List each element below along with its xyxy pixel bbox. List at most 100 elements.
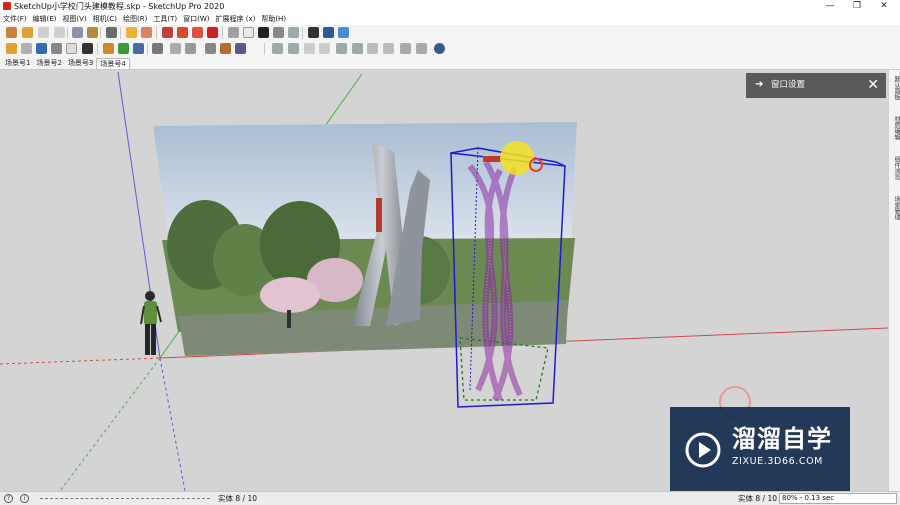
play-logo-icon <box>685 432 721 468</box>
expand-icon[interactable] <box>308 27 319 38</box>
walk-icon[interactable] <box>87 27 98 38</box>
menu-camera[interactable]: 相机(C) <box>93 13 117 25</box>
menu-bar: 文件(F) 编辑(E) 视图(V) 相机(C) 绘图(R) 工具(T) 窗口(W… <box>0 13 900 25</box>
rotate-icon[interactable] <box>21 43 32 54</box>
user-icon[interactable] <box>220 43 231 54</box>
sketchup-logo-icon <box>3 2 11 10</box>
shaded-icon[interactable] <box>416 43 427 54</box>
sketchup-window: SketchUp小学校门头建模教程.skp - SketchUp Pro 202… <box>0 0 900 505</box>
side-tab-components[interactable]: 组件浏览 <box>890 156 900 180</box>
lock-icon[interactable] <box>106 27 117 38</box>
toolbar-separator <box>147 43 148 55</box>
folder-icon[interactable] <box>192 27 203 38</box>
view-top-icon[interactable] <box>288 43 299 54</box>
view-back-icon[interactable] <box>336 43 347 54</box>
frame-icon[interactable] <box>205 43 216 54</box>
green-axis-dashed <box>59 357 161 491</box>
watermark-brand: 溜溜自学 <box>732 425 832 453</box>
box-icon[interactable] <box>243 27 254 38</box>
blue-axis-dashed <box>159 357 186 491</box>
shape-icon[interactable] <box>6 43 17 54</box>
toolbar-separator <box>302 27 303 39</box>
watermark-url: ZIXUE.3D66.COM <box>732 456 823 467</box>
wireframe-icon[interactable] <box>383 43 394 54</box>
minimize-button[interactable]: — <box>818 0 842 13</box>
section-icon[interactable] <box>258 27 269 38</box>
globe-icon[interactable] <box>434 43 445 54</box>
xray-icon[interactable] <box>367 43 378 54</box>
toolbar-separator <box>222 27 223 39</box>
side-tab-scenes[interactable]: 场景管理 <box>890 196 900 220</box>
scene-tab-4[interactable]: 场景号4 <box>96 58 130 69</box>
toolbar-separator <box>97 43 98 55</box>
close-window-button[interactable]: ✕ <box>872 0 896 13</box>
target-icon[interactable] <box>338 27 349 38</box>
watermark-badge: 溜溜自学 ZIXUE.3D66.COM <box>670 407 850 492</box>
side-tab-materials[interactable]: 材质编辑 <box>890 116 900 140</box>
arrow-right-icon[interactable]: ➔ <box>755 79 763 91</box>
menu-draw[interactable]: 绘图(R) <box>123 13 147 25</box>
layers-icon[interactable] <box>323 27 334 38</box>
menu-edit[interactable]: 编辑(E) <box>33 13 57 25</box>
restore-button[interactable]: ❐ <box>845 0 869 13</box>
sun-icon[interactable] <box>126 27 137 38</box>
gear-icon[interactable] <box>177 27 188 38</box>
menu-file[interactable]: 文件(F) <box>3 13 27 25</box>
scene-tab-3[interactable]: 场景号3 <box>65 58 96 69</box>
side-tab-default-tray[interactable]: 默认面板 <box>890 76 900 100</box>
tray-panel-header[interactable]: ➔ 窗口设置 ✕ <box>746 73 886 98</box>
orbit-icon[interactable] <box>72 27 83 38</box>
menu-help[interactable]: 帮助(H) <box>261 13 286 25</box>
measurement-box[interactable]: 80% - 0.13 sec <box>779 493 897 504</box>
previous-icon[interactable] <box>54 27 65 38</box>
menu-extensions[interactable]: 扩展程序 (x) <box>215 13 255 25</box>
tray-title: 窗口设置 <box>771 80 806 90</box>
view-right-icon[interactable] <box>319 43 330 54</box>
protractor-icon[interactable] <box>288 27 299 38</box>
view-left-icon[interactable] <box>352 43 363 54</box>
line-icon[interactable] <box>273 27 284 38</box>
shield-icon[interactable] <box>103 43 114 54</box>
glasses-icon[interactable] <box>82 43 93 54</box>
stop-icon[interactable] <box>38 27 49 38</box>
paint-icon[interactable] <box>51 43 62 54</box>
grid-icon[interactable] <box>133 43 144 54</box>
status-entity-count: 实体 8 / 10 <box>218 494 257 503</box>
red-axis-dashed <box>0 357 161 365</box>
keyboard-icon[interactable] <box>170 43 181 54</box>
camera-icon[interactable] <box>207 27 218 38</box>
shadow-icon[interactable] <box>141 27 152 38</box>
menu-tools[interactable]: 工具(T) <box>153 13 177 25</box>
view-iso-icon[interactable] <box>272 43 283 54</box>
info-icon[interactable]: i <box>20 494 29 503</box>
window-icon[interactable] <box>185 43 196 54</box>
side-tray-tabs: 默认面板 材质编辑 组件浏览 场景管理 <box>888 70 900 491</box>
hat-icon[interactable] <box>36 43 47 54</box>
measurement-label: 实体 8 / 10 <box>738 494 777 503</box>
menu-window[interactable]: 窗口(W) <box>183 13 209 25</box>
picture-icon[interactable] <box>235 43 246 54</box>
cursor-highlight <box>500 141 534 175</box>
window-title: SketchUp小学校门头建模教程.skp - SketchUp Pro 202… <box>14 2 225 11</box>
eraser-icon[interactable] <box>66 43 77 54</box>
scene-tab-2[interactable]: 场景号2 <box>33 58 64 69</box>
component-icon[interactable] <box>162 27 173 38</box>
question-icon[interactable]: ? <box>4 494 13 503</box>
speaker-icon[interactable] <box>152 43 163 54</box>
select-tool-icon[interactable] <box>6 27 17 38</box>
play-icon[interactable] <box>22 27 33 38</box>
view-front-icon[interactable] <box>304 43 315 54</box>
tape-icon[interactable] <box>228 27 239 38</box>
toolbar-row-2 <box>0 41 900 58</box>
toolbar-separator <box>120 27 121 39</box>
hidden-line-icon[interactable] <box>400 43 411 54</box>
menu-view[interactable]: 视图(V) <box>62 13 86 25</box>
status-bar: ? i 实体 8 / 10 实体 8 / 10 80% - 0.13 sec <box>0 491 900 505</box>
toolbar-separator <box>100 27 101 39</box>
toolbar-separator <box>156 27 157 39</box>
close-icon[interactable]: ✕ <box>867 77 879 93</box>
toolbar-row-1 <box>0 25 900 41</box>
leaf-icon[interactable] <box>118 43 129 54</box>
scene-tab-1[interactable]: 场景号1 <box>2 58 33 69</box>
title-bar: SketchUp小学校门头建模教程.skp - SketchUp Pro 202… <box>0 0 900 13</box>
